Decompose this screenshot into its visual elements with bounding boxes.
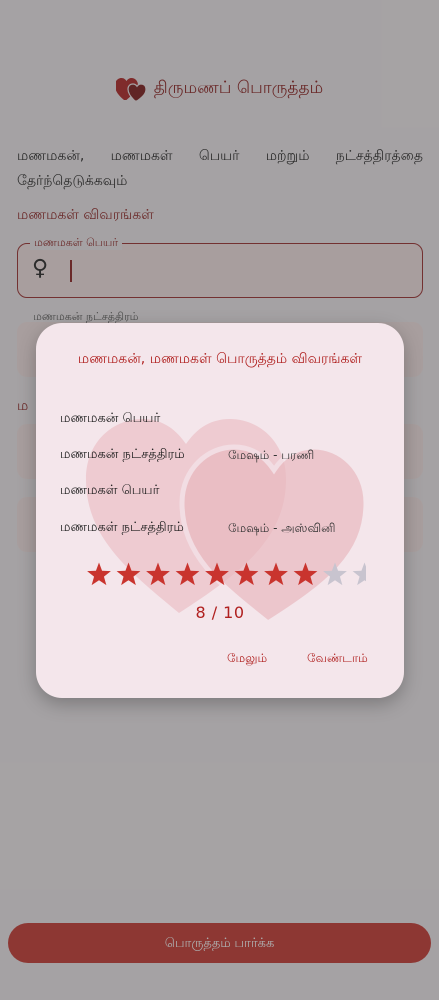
bride-name-row: மணமகள் பெயர்: [60, 483, 380, 503]
star-icon: [87, 562, 111, 586]
star-icon: [264, 562, 288, 586]
groom-star-row-label: மணமகன் நட்சத்திரம்: [60, 447, 185, 462]
dismiss-button[interactable]: வேண்டாம்: [307, 651, 368, 667]
star-icon: [116, 562, 141, 586]
bride-name-row-label: மணமகள் பெயர்: [60, 483, 160, 498]
groom-star-value: மேஷம் - பரணி: [228, 448, 315, 462]
match-screen: திருமணப் பொருத்தம் மணமகன், மணமகள் பெயர் …: [0, 0, 439, 1000]
star-icon: [323, 562, 347, 586]
star-icon: [234, 562, 259, 586]
dialog-content: மணமகன், மணமகள் பொருத்தம் விவரங்கள் மணமகன…: [36, 323, 404, 698]
rating-score-text: 8 / 10: [195, 603, 245, 622]
dialog-title: மணமகன், மணமகள் பொருத்தம் விவரங்கள்: [77, 351, 363, 367]
star-icon: [293, 562, 318, 586]
groom-name-label: மணமகன் பெயர்: [60, 411, 161, 426]
match-result-dialog: மணமகன், மணமகள் பொருத்தம் விவரங்கள் மணமகன…: [36, 323, 404, 698]
groom-star-row: மணமகன் நட்சத்திரம் மேஷம் - பரணி: [60, 447, 380, 467]
rating-stars: [87, 562, 366, 586]
star-icon: [205, 562, 229, 586]
groom-name-row: மணமகன் பெயர்: [60, 411, 380, 431]
star-icon: [175, 562, 200, 586]
bride-star-row: மணமகள் நட்சத்திரம் மேஷம் - அஸ்வினி: [60, 520, 380, 540]
bride-star-row-label: மணமகள் நட்சத்திரம்: [60, 520, 184, 535]
star-icon: [352, 562, 366, 586]
bride-star-value: மேஷம் - அஸ்வினி: [228, 521, 336, 535]
more-button[interactable]: மேலும்: [227, 651, 267, 667]
star-icon: [146, 562, 170, 586]
